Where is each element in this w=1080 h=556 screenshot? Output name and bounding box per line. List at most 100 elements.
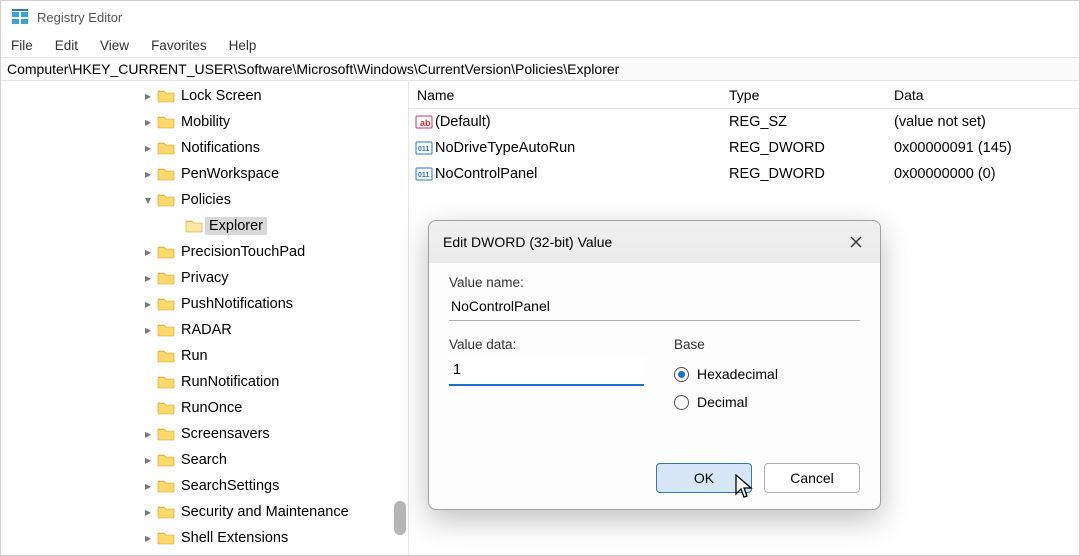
radio-hexadecimal[interactable]: Hexadecimal: [674, 360, 860, 388]
tree-item-label: Explorer: [205, 217, 267, 235]
folder-icon: [155, 322, 177, 338]
menu-help[interactable]: Help: [229, 38, 257, 53]
base-label: Base: [674, 337, 860, 352]
chevron-right-icon[interactable]: ▸: [141, 89, 155, 103]
value-type: REG_SZ: [729, 114, 894, 130]
chevron-right-icon[interactable]: ▸: [141, 427, 155, 441]
tree-item-label: RADAR: [177, 321, 236, 339]
col-type[interactable]: Type: [729, 87, 894, 103]
value-name: NoControlPanel: [435, 166, 729, 182]
svg-text:011: 011: [418, 172, 429, 179]
radio-icon: [674, 367, 689, 382]
value-name: (Default): [435, 114, 729, 130]
menu-edit[interactable]: Edit: [55, 38, 78, 53]
tree-item-label: Mobility: [177, 113, 234, 131]
chevron-right-icon[interactable]: ▸: [141, 453, 155, 467]
tree-scrollbar-thumb[interactable]: [394, 501, 406, 535]
tree-item-label: PenWorkspace: [177, 165, 283, 183]
folder-icon: [155, 192, 177, 208]
folder-icon: [155, 114, 177, 130]
tree-item-label: SearchSettings: [177, 477, 283, 495]
value-name-field[interactable]: [449, 294, 860, 321]
cancel-button[interactable]: Cancel: [764, 463, 860, 493]
address-bar[interactable]: Computer\HKEY_CURRENT_USER\Software\Micr…: [1, 57, 1079, 81]
ok-button[interactable]: OK: [656, 463, 752, 493]
menu-favorites[interactable]: Favorites: [151, 38, 207, 53]
menu-view[interactable]: View: [100, 38, 129, 53]
tree-item[interactable]: Run: [1, 343, 408, 369]
tree-item[interactable]: Explorer: [1, 213, 408, 239]
tree-item-label: Run: [177, 347, 212, 365]
folder-icon: [155, 270, 177, 286]
tree-item[interactable]: ▸ RADAR: [1, 317, 408, 343]
dword-value-icon: 011: [413, 140, 435, 156]
tree-item[interactable]: ▸ PushNotifications: [1, 291, 408, 317]
chevron-right-icon[interactable]: ▸: [141, 531, 155, 545]
tree-item[interactable]: RunOnce: [1, 395, 408, 421]
tree-item-label: RunOnce: [177, 399, 246, 417]
folder-icon: [155, 452, 177, 468]
folder-icon: [155, 348, 177, 364]
folder-icon: [155, 478, 177, 494]
tree-item[interactable]: ▸ Notifications: [1, 135, 408, 161]
chevron-right-icon[interactable]: ▸: [141, 167, 155, 181]
app-title: Registry Editor: [37, 10, 122, 25]
chevron-right-icon[interactable]: ▸: [141, 323, 155, 337]
tree-view[interactable]: ▸ Lock Screen▸ Mobility▸ Notifications▸ …: [1, 81, 409, 555]
value-data: 0x00000000 (0): [894, 166, 1079, 182]
tree-item-label: RunNotification: [177, 373, 283, 391]
tree-item-label: Privacy: [177, 269, 233, 287]
col-name[interactable]: Name: [409, 87, 729, 103]
folder-icon: [155, 400, 177, 416]
tree-item[interactable]: ▸ Privacy: [1, 265, 408, 291]
value-name-label: Value name:: [449, 275, 860, 290]
value-row[interactable]: ab (Default)REG_SZ(value not set): [409, 109, 1079, 135]
tree-item-label: Security and Maintenance: [177, 503, 353, 521]
value-row[interactable]: 011 NoDriveTypeAutoRunREG_DWORD0x0000009…: [409, 135, 1079, 161]
tree-item[interactable]: ▸ SearchSettings: [1, 473, 408, 499]
radio-dec-label: Decimal: [697, 394, 748, 410]
chevron-down-icon[interactable]: ▾: [141, 193, 155, 207]
chevron-right-icon[interactable]: ▸: [141, 115, 155, 129]
tree-item-label: Search: [177, 451, 231, 469]
value-data-field[interactable]: [449, 356, 644, 386]
menubar: File Edit View Favorites Help: [1, 33, 1079, 57]
chevron-right-icon[interactable]: ▸: [141, 505, 155, 519]
tree-item[interactable]: ▸ Mobility: [1, 109, 408, 135]
tree-item[interactable]: ▸ PenWorkspace: [1, 161, 408, 187]
tree-item[interactable]: ▸ Security and Maintenance: [1, 499, 408, 525]
radio-icon: [674, 395, 689, 410]
radio-decimal[interactable]: Decimal: [674, 388, 860, 416]
tree-item-label: Lock Screen: [177, 87, 266, 105]
folder-icon: [155, 166, 177, 182]
tree-item[interactable]: ▸ PrecisionTouchPad: [1, 239, 408, 265]
dialog-titlebar[interactable]: Edit DWORD (32-bit) Value: [429, 221, 880, 263]
chevron-right-icon[interactable]: ▸: [141, 271, 155, 285]
col-data[interactable]: Data: [894, 87, 1079, 103]
dword-value-icon: 011: [413, 166, 435, 182]
folder-icon: [155, 504, 177, 520]
value-row[interactable]: 011 NoControlPanelREG_DWORD0x00000000 (0…: [409, 161, 1079, 187]
chevron-right-icon[interactable]: ▸: [141, 479, 155, 493]
folder-icon: [155, 426, 177, 442]
menu-file[interactable]: File: [11, 38, 33, 53]
tree-item[interactable]: RunNotification: [1, 369, 408, 395]
tree-item[interactable]: ▸ Shell Extensions: [1, 525, 408, 551]
string-value-icon: ab: [413, 114, 435, 130]
tree-item[interactable]: ▾ Policies: [1, 187, 408, 213]
tree-item[interactable]: ▸ Lock Screen: [1, 83, 408, 109]
folder-icon: [155, 296, 177, 312]
folder-icon: [155, 530, 177, 546]
close-icon[interactable]: [846, 232, 866, 252]
chevron-right-icon[interactable]: ▸: [141, 245, 155, 259]
folder-icon: [155, 88, 177, 104]
tree-item[interactable]: ▸ Screensavers: [1, 421, 408, 447]
edit-dword-dialog: Edit DWORD (32-bit) Value Value name: Va…: [428, 220, 881, 510]
tree-item-label: Notifications: [177, 139, 264, 157]
tree-item[interactable]: ▸ Search: [1, 447, 408, 473]
chevron-right-icon[interactable]: ▸: [141, 297, 155, 311]
folder-icon: [155, 244, 177, 260]
chevron-right-icon[interactable]: ▸: [141, 141, 155, 155]
svg-text:ab: ab: [420, 118, 431, 128]
tree-item-label: PushNotifications: [177, 295, 297, 313]
